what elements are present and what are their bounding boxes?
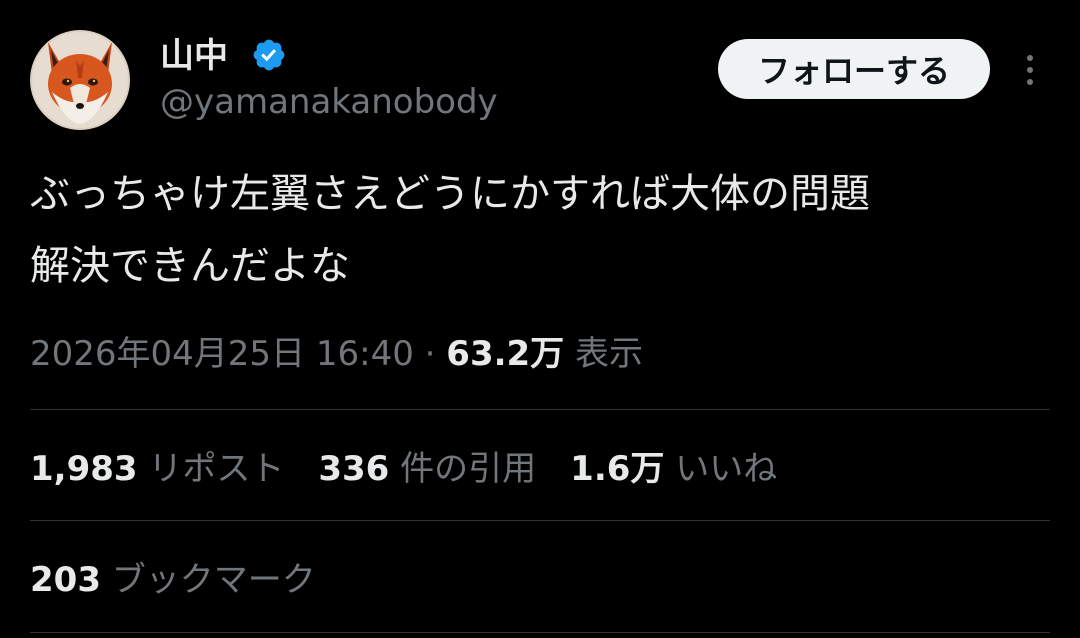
views-label: 表示: [575, 334, 643, 374]
reposts-stat[interactable]: 1,983 リポスト: [30, 445, 284, 493]
meta-separator: ·: [424, 334, 436, 374]
bookmark-stats: 203 ブックマーク: [30, 556, 316, 604]
bookmarks-label: ブックマーク: [111, 560, 316, 600]
more-dot: [1027, 67, 1033, 73]
avatar[interactable]: [30, 30, 130, 130]
verified-badge-icon: [253, 39, 285, 71]
tweet-text-line: ぶっちゃけ左翼さえどうにかすれば大体の問題: [30, 171, 870, 217]
tweet-meta: 2026年04月25日 16:40 · 63.2万 表示: [30, 330, 643, 378]
tweet-text-line: 解決できんだよな: [30, 243, 350, 289]
divider: [30, 632, 1050, 633]
views-count: 63.2万: [446, 334, 565, 374]
more-dot: [1027, 55, 1033, 61]
bookmarks-count: 203: [30, 560, 101, 600]
quotes-stat[interactable]: 336 件の引用: [318, 445, 536, 493]
divider: [30, 409, 1050, 410]
bookmarks-stat[interactable]: 203 ブックマーク: [30, 556, 316, 604]
fox-avatar-icon: [30, 30, 130, 130]
quotes-count: 336: [318, 449, 390, 489]
tweet-timestamp[interactable]: 2026年04月25日 16:40: [30, 334, 414, 374]
follow-button[interactable]: フォローする: [718, 39, 990, 99]
likes-count: 1.6万: [570, 449, 665, 489]
likes-label: いいね: [675, 449, 778, 489]
likes-stat[interactable]: 1.6万 いいね: [570, 445, 777, 493]
divider: [30, 520, 1050, 521]
reposts-label: リポスト: [148, 449, 285, 489]
user-handle[interactable]: @yamanakanobody: [160, 80, 498, 124]
more-dot: [1027, 79, 1033, 85]
more-options-icon[interactable]: [1012, 50, 1048, 90]
tweet-text: ぶっちゃけ左翼さえどうにかすれば大体の問題 解決できんだよな: [30, 158, 1060, 302]
engagement-stats: 1,983 リポスト 336 件の引用 1.6万 いいね: [30, 445, 777, 493]
display-name[interactable]: 山中: [160, 34, 228, 78]
quotes-label: 件の引用: [400, 449, 537, 489]
reposts-count: 1,983: [30, 449, 138, 489]
